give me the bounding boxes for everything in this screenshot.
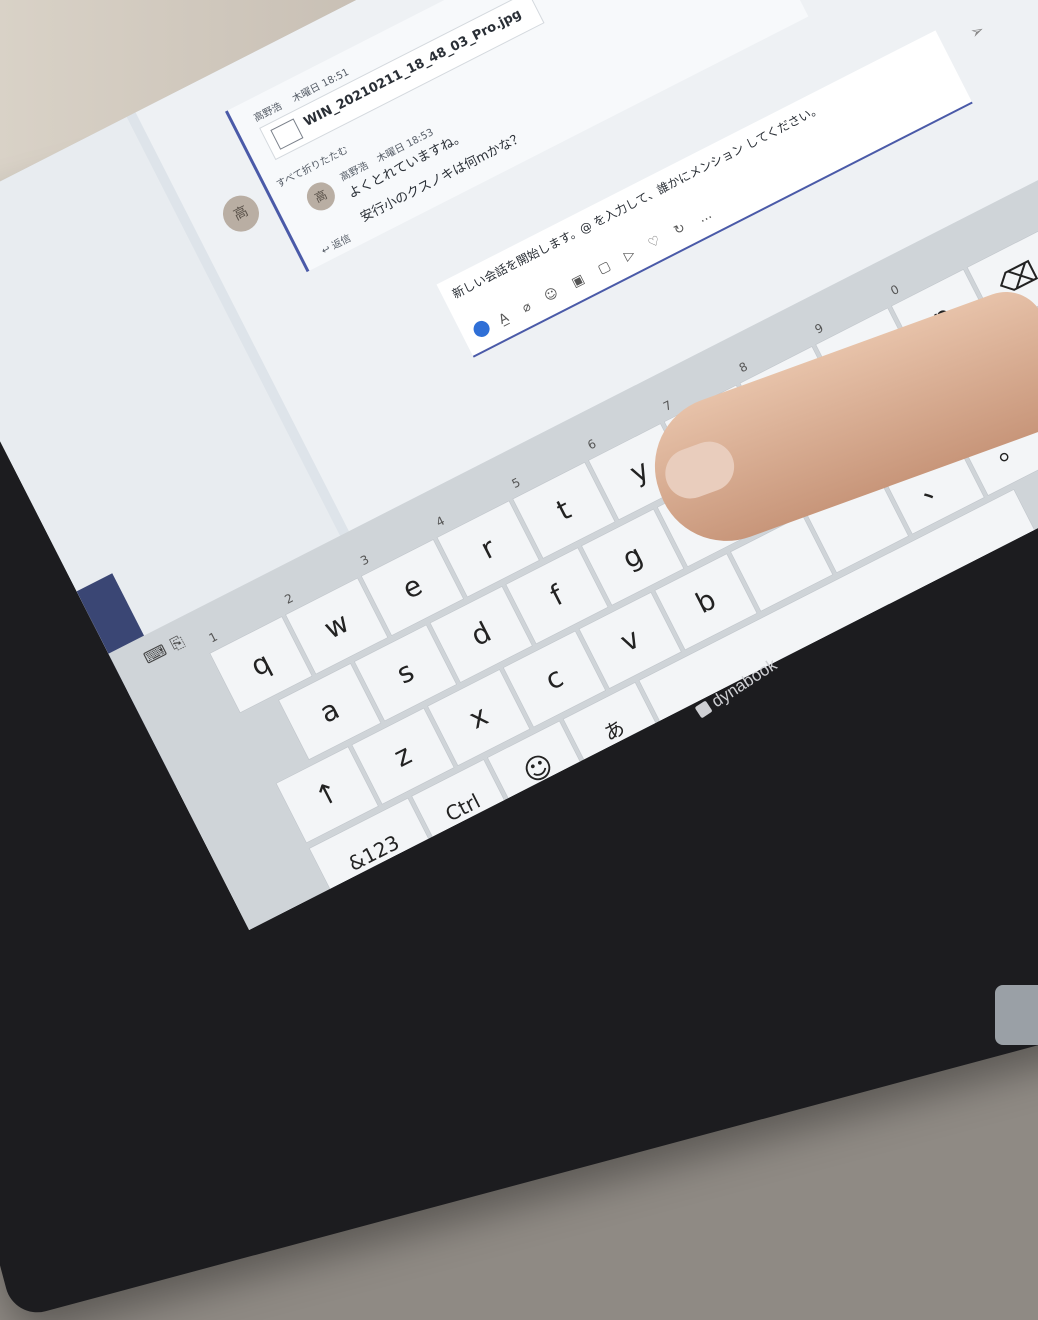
key-num: 8 bbox=[736, 359, 750, 376]
attach-icon[interactable]: ⌀ bbox=[520, 299, 534, 316]
wristwatch bbox=[995, 985, 1038, 1045]
text-cursor-handle[interactable] bbox=[470, 318, 493, 340]
more-tools[interactable]: ... bbox=[696, 207, 714, 226]
reply-button[interactable]: ↩ 返信 bbox=[318, 230, 354, 257]
praise-icon[interactable]: ♡ bbox=[646, 233, 663, 252]
avatar: 高 bbox=[216, 189, 266, 238]
sticker-icon[interactable]: ▢ bbox=[596, 259, 614, 278]
keyboard-settings-icon[interactable]: ⌨ bbox=[141, 640, 170, 667]
key-num: 7 bbox=[661, 397, 675, 414]
key-num: 1 bbox=[206, 629, 220, 646]
key-num: 0 bbox=[888, 282, 902, 299]
key-label: y bbox=[624, 452, 655, 490]
key-num: 2 bbox=[282, 590, 296, 607]
reply-button-label: 返信 bbox=[330, 233, 354, 252]
meet-icon[interactable]: ▷ bbox=[622, 246, 638, 264]
key-num: 3 bbox=[358, 552, 372, 569]
key-num: 5 bbox=[509, 475, 523, 492]
loop-icon[interactable]: ↻ bbox=[671, 220, 688, 238]
format-icon[interactable]: A̲ bbox=[497, 310, 512, 327]
key-num: 4 bbox=[433, 513, 447, 530]
clipboard-icon[interactable]: ⎘ bbox=[167, 631, 187, 655]
key-label: r bbox=[475, 531, 501, 566]
send-icon[interactable]: ➢ bbox=[967, 20, 988, 43]
image-file-icon bbox=[270, 118, 304, 150]
key-label: w bbox=[318, 605, 355, 646]
key-label: q bbox=[245, 645, 277, 683]
gif-icon[interactable]: ▣ bbox=[569, 272, 587, 291]
fingernail bbox=[658, 434, 742, 506]
emoji-icon[interactable]: ☺ bbox=[542, 285, 561, 305]
key-num: 9 bbox=[812, 320, 826, 337]
key-num: 6 bbox=[585, 436, 599, 453]
reply-avatar: 高 bbox=[302, 177, 340, 216]
key-label: t bbox=[551, 492, 577, 528]
key-label: e bbox=[397, 568, 428, 606]
